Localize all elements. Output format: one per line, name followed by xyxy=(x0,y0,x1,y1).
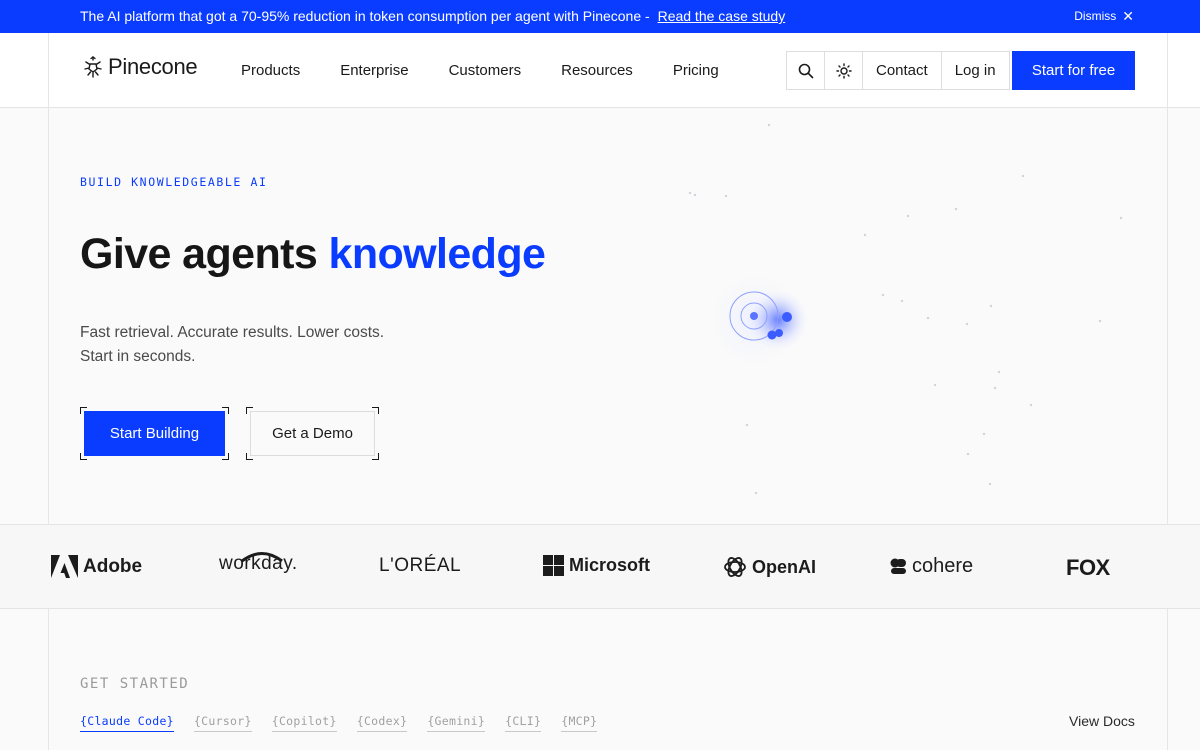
theme-toggle-button[interactable] xyxy=(825,52,863,89)
view-docs-link[interactable]: View Docs xyxy=(1069,713,1135,729)
customer-logo-strip: Adobe workday. L'ORÉAL Microsoft OpenAI xyxy=(0,524,1200,609)
tab-cursor[interactable]: {Cursor} xyxy=(193,714,252,732)
hero-visualization xyxy=(682,108,1166,524)
logo-adobe: Adobe xyxy=(51,555,142,578)
logo-fox: FOX xyxy=(1066,555,1110,581)
announcement-bar: The AI platform that got a 70-95% reduct… xyxy=(0,0,1200,33)
tab-codex[interactable]: {Codex} xyxy=(356,714,408,732)
start-for-free-button[interactable]: Start for free xyxy=(1012,51,1135,90)
loreal-wordmark: L'ORÉAL xyxy=(379,555,462,576)
tab-cli[interactable]: {CLI} xyxy=(505,714,542,732)
hero-subtext-line1: Fast retrieval. Accurate results. Lower … xyxy=(80,324,385,341)
adobe-wordmark: Adobe xyxy=(83,555,143,577)
logo-wordmark: Pinecone xyxy=(108,54,198,79)
get-started-tabs: {Claude Code} {Cursor} {Copilot} {Codex}… xyxy=(80,714,617,732)
tab-mcp[interactable]: {MCP} xyxy=(561,714,598,732)
hero-eyebrow: BUILD KNOWLEDGEABLE AI xyxy=(80,175,268,189)
adobe-icon xyxy=(51,555,78,578)
login-link[interactable]: Log in xyxy=(942,52,1009,89)
search-icon xyxy=(798,63,813,78)
nav-item-customers[interactable]: Customers xyxy=(449,62,522,79)
logo-loreal: L'ORÉAL xyxy=(379,555,461,577)
get-started-title: GET STARTED xyxy=(80,676,190,692)
headline-accent: knowledge xyxy=(328,230,546,278)
dismiss-label: Dismiss xyxy=(1074,9,1117,23)
pinecone-logo-icon xyxy=(84,56,102,78)
announcement-text: The AI platform that got a 70-95% reduct… xyxy=(80,8,650,24)
hero-subtext-line2: Start in seconds. xyxy=(80,348,196,365)
headline-plain: Give agents xyxy=(80,230,318,278)
pinecone-logo[interactable]: Pinecone xyxy=(82,54,198,80)
cohere-icon xyxy=(890,558,906,574)
hero-headline: Give agents knowledge xyxy=(80,230,546,279)
fox-wordmark: FOX xyxy=(1066,555,1110,580)
frame-line-left xyxy=(48,33,49,750)
logo-cohere: cohere xyxy=(890,555,973,578)
nav-item-products[interactable]: Products xyxy=(241,62,300,79)
search-button[interactable] xyxy=(787,52,825,89)
logo-openai: OpenAI xyxy=(723,555,816,579)
tab-claude-code[interactable]: {Claude Code} xyxy=(80,714,174,732)
header-actions: Contact Log in xyxy=(786,51,1010,90)
cohere-wordmark: cohere xyxy=(912,555,974,577)
nav-item-enterprise[interactable]: Enterprise xyxy=(340,62,408,79)
case-study-link[interactable]: Read the case study xyxy=(658,8,786,24)
tab-copilot[interactable]: {Copilot} xyxy=(271,714,337,732)
workday-arc-icon xyxy=(241,552,283,562)
nav-item-resources[interactable]: Resources xyxy=(561,62,633,79)
close-icon: ✕ xyxy=(1122,8,1134,24)
logo-microsoft: Microsoft xyxy=(543,555,650,576)
get-demo-button[interactable]: Get a Demo xyxy=(250,411,375,456)
nav-item-pricing[interactable]: Pricing xyxy=(673,62,719,79)
get-demo-frame: Get a Demo xyxy=(246,407,379,460)
dismiss-button[interactable]: Dismiss ✕ xyxy=(1074,9,1134,23)
tab-gemini[interactable]: {Gemini} xyxy=(427,714,486,732)
openai-icon xyxy=(724,557,746,577)
microsoft-icon xyxy=(543,555,564,576)
openai-wordmark: OpenAI xyxy=(752,556,817,577)
frame-line-right xyxy=(1167,33,1168,750)
microsoft-wordmark: Microsoft xyxy=(569,555,650,575)
start-building-button[interactable]: Start Building xyxy=(84,411,225,456)
vector-graphic xyxy=(682,123,1123,495)
announcement-message: The AI platform that got a 70-95% reduct… xyxy=(80,8,785,24)
site-header: Pinecone Products Enterprise Customers R… xyxy=(0,33,1200,108)
contact-link[interactable]: Contact xyxy=(863,52,942,89)
hero-subtext: Fast retrieval. Accurate results. Lower … xyxy=(80,321,384,369)
main-nav: Products Enterprise Customers Resources … xyxy=(241,62,759,79)
start-building-frame: Start Building xyxy=(80,407,229,460)
sun-icon xyxy=(835,62,852,79)
